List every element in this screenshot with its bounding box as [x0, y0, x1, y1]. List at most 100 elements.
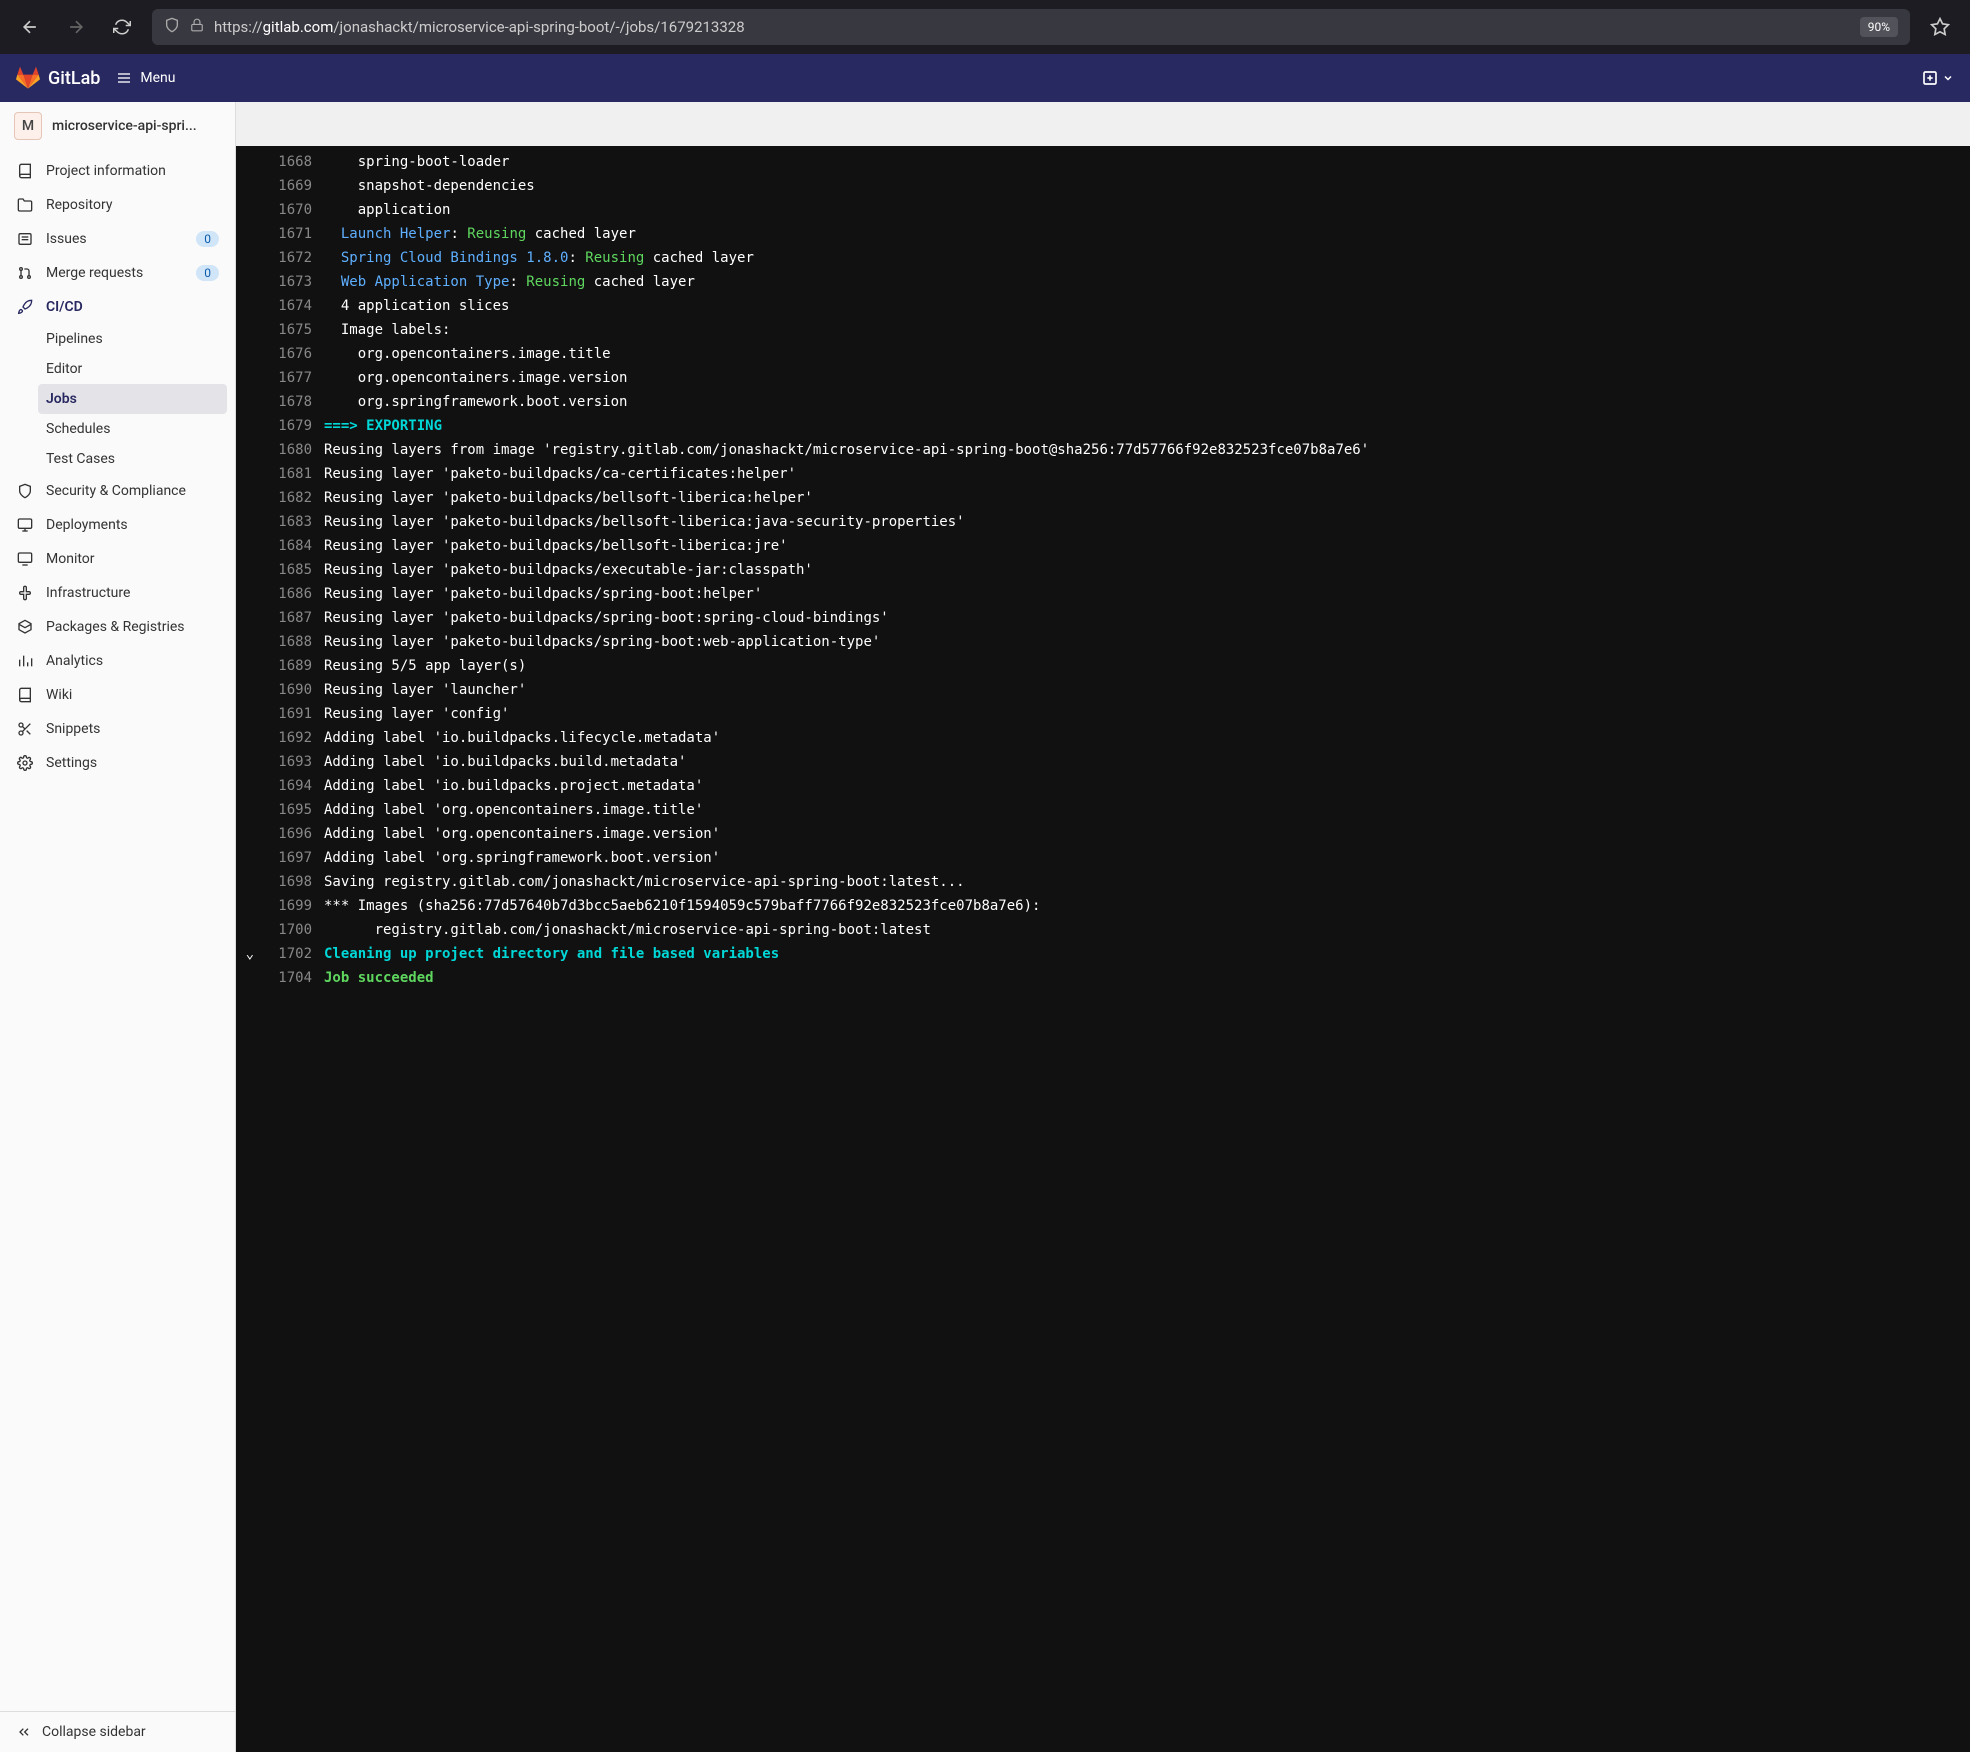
line-number[interactable]: 1680 [254, 438, 324, 462]
url-bar[interactable]: https://gitlab.com/jonashackt/microservi… [152, 9, 1910, 45]
log-text: Launch Helper: Reusing cached layer [324, 222, 1970, 246]
line-number[interactable]: 1672 [254, 246, 324, 270]
sidebar-sub-pipelines[interactable]: Pipelines [38, 324, 227, 354]
log-line: 1694Adding label 'io.buildpacks.project.… [236, 774, 1970, 798]
line-number[interactable]: 1673 [254, 270, 324, 294]
sidebar-item-snippets[interactable]: Snippets [8, 712, 227, 746]
log-gutter [236, 630, 254, 654]
line-number[interactable]: 1674 [254, 294, 324, 318]
line-number[interactable]: 1696 [254, 822, 324, 846]
line-number[interactable]: 1684 [254, 534, 324, 558]
line-number[interactable]: 1694 [254, 774, 324, 798]
mr-icon [16, 264, 34, 282]
sidebar-item-monitor[interactable]: Monitor [8, 542, 227, 576]
gitlab-logo[interactable]: GitLab [16, 66, 100, 90]
line-number[interactable]: 1699 [254, 894, 324, 918]
sidebar-sub-schedules[interactable]: Schedules [38, 414, 227, 444]
line-number[interactable]: 1697 [254, 846, 324, 870]
line-number[interactable]: 1668 [254, 150, 324, 174]
cicd-icon [16, 298, 34, 316]
reload-button[interactable] [106, 11, 138, 43]
line-number[interactable]: 1683 [254, 510, 324, 534]
log-line: 1684Reusing layer 'paketo-buildpacks/bel… [236, 534, 1970, 558]
line-number[interactable]: 1681 [254, 462, 324, 486]
sidebar-item-packages[interactable]: Packages & Registries [8, 610, 227, 644]
sidebar-item-label: Repository [46, 197, 219, 213]
line-number[interactable]: 1700 [254, 918, 324, 942]
sidebar-item-analytics[interactable]: Analytics [8, 644, 227, 678]
log-line: 1690Reusing layer 'launcher' [236, 678, 1970, 702]
sidebar-sub-label: Jobs [46, 391, 219, 407]
log-gutter [236, 918, 254, 942]
log-line: 1683Reusing layer 'paketo-buildpacks/bel… [236, 510, 1970, 534]
issues-icon [16, 230, 34, 248]
sidebar-sub-jobs[interactable]: Jobs [38, 384, 227, 414]
line-number[interactable]: 1687 [254, 606, 324, 630]
url-text: https://gitlab.com/jonashackt/microservi… [214, 18, 1850, 36]
log-text: org.opencontainers.image.version [324, 366, 1970, 390]
line-number[interactable]: 1685 [254, 558, 324, 582]
line-number[interactable]: 1690 [254, 678, 324, 702]
line-number[interactable]: 1693 [254, 750, 324, 774]
sidebar-sub-editor[interactable]: Editor [38, 354, 227, 384]
log-line: 1668 spring-boot-loader [236, 150, 1970, 174]
sidebar-sub-label: Schedules [46, 421, 219, 437]
line-number[interactable]: 1678 [254, 390, 324, 414]
log-text: Reusing layer 'paketo-buildpacks/ca-cert… [324, 462, 1970, 486]
log-gutter [236, 558, 254, 582]
sidebar-item-security[interactable]: Security & Compliance [8, 474, 227, 508]
log-line: 1676 org.opencontainers.image.title [236, 342, 1970, 366]
monitor-icon [16, 550, 34, 568]
sidebar-item-info[interactable]: Project information [8, 154, 227, 188]
line-number[interactable]: 1679 [254, 414, 324, 438]
sidebar-item-deploy[interactable]: Deployments [8, 508, 227, 542]
repo-icon [16, 196, 34, 214]
line-number[interactable]: 1686 [254, 582, 324, 606]
log-line: 1677 org.opencontainers.image.version [236, 366, 1970, 390]
line-number[interactable]: 1671 [254, 222, 324, 246]
log-gutter [236, 606, 254, 630]
project-header[interactable]: M microservice-api-spri... [0, 102, 235, 150]
sidebar-sub-testcases[interactable]: Test Cases [38, 444, 227, 474]
sidebar-item-mr[interactable]: Merge requests0 [8, 256, 227, 290]
job-log[interactable]: 1668 spring-boot-loader1669 snapshot-dep… [236, 146, 1970, 1752]
line-number[interactable]: 1692 [254, 726, 324, 750]
sidebar-item-wiki[interactable]: Wiki [8, 678, 227, 712]
line-number[interactable]: 1676 [254, 342, 324, 366]
sidebar-item-repo[interactable]: Repository [8, 188, 227, 222]
zoom-badge[interactable]: 90% [1860, 17, 1898, 37]
sidebar-item-infra[interactable]: Infrastructure [8, 576, 227, 610]
line-number[interactable]: 1704 [254, 966, 324, 990]
sidebar-item-issues[interactable]: Issues0 [8, 222, 227, 256]
chevron-down-icon[interactable]: ⌄ [236, 942, 254, 966]
line-number[interactable]: 1698 [254, 870, 324, 894]
log-line: 1692Adding label 'io.buildpacks.lifecycl… [236, 726, 1970, 750]
snippets-icon [16, 720, 34, 738]
log-text: org.springframework.boot.version [324, 390, 1970, 414]
line-number[interactable]: 1695 [254, 798, 324, 822]
log-text: spring-boot-loader [324, 150, 1970, 174]
line-number[interactable]: 1691 [254, 702, 324, 726]
line-number[interactable]: 1669 [254, 174, 324, 198]
forward-button[interactable] [60, 11, 92, 43]
log-line: 1681Reusing layer 'paketo-buildpacks/ca-… [236, 462, 1970, 486]
line-number[interactable]: 1702 [254, 942, 324, 966]
line-number[interactable]: 1688 [254, 630, 324, 654]
log-gutter [236, 462, 254, 486]
back-button[interactable] [14, 11, 46, 43]
menu-button[interactable]: Menu [116, 70, 175, 86]
collapse-sidebar[interactable]: Collapse sidebar [0, 1711, 235, 1752]
sidebar-item-cicd[interactable]: CI/CD [8, 290, 227, 324]
sidebar-item-settings[interactable]: Settings [8, 746, 227, 780]
line-number[interactable]: 1675 [254, 318, 324, 342]
sidebar-sub-label: Test Cases [46, 451, 219, 467]
new-dropdown[interactable] [1922, 70, 1954, 86]
bookmark-star-icon[interactable] [1924, 11, 1956, 43]
gitlab-header: GitLab Menu [0, 54, 1970, 102]
line-number[interactable]: 1689 [254, 654, 324, 678]
line-number[interactable]: 1677 [254, 366, 324, 390]
sidebar-item-label: Snippets [46, 721, 219, 737]
line-number[interactable]: 1682 [254, 486, 324, 510]
log-gutter [236, 678, 254, 702]
line-number[interactable]: 1670 [254, 198, 324, 222]
